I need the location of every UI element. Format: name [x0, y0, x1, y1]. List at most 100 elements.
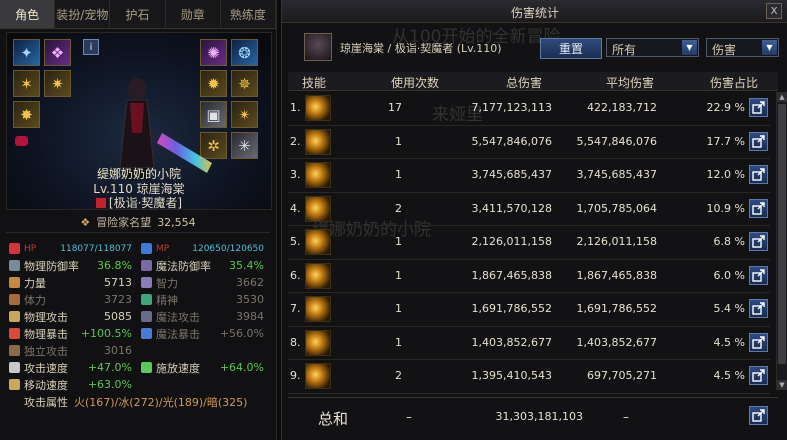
skill-icon[interactable]: [305, 162, 331, 188]
tab-proficiency[interactable]: 熟练度: [221, 0, 277, 28]
stat-cell: 体力 3723: [6, 291, 138, 308]
equipment-area: ✦ ❖ i ✶ ✷ ✸ ✺ ❂ ✹ ✵ ▣ ✴ ✲ ✳ 缇娜奶奶的小院 Lv.1…: [6, 32, 272, 210]
share-button[interactable]: [749, 198, 768, 218]
row-percent: 10.9 %: [706, 201, 745, 215]
sword-icon: [9, 311, 20, 322]
share-button[interactable]: [749, 165, 768, 184]
stat-row: 物理攻击 5085 魔法攻击 3984: [6, 308, 270, 325]
row-total-damage: 1,403,852,677: [471, 335, 552, 349]
equip-slot-earring[interactable]: ✴: [231, 101, 258, 128]
filter-select-value: 所有: [612, 43, 637, 57]
equip-slot-head[interactable]: ✷: [44, 70, 71, 97]
equip-slot-support[interactable]: ✵: [231, 70, 258, 97]
share-button[interactable]: [749, 332, 768, 352]
row-count: 1: [395, 268, 402, 282]
stat-cell: 物理暴击 +100.5%: [6, 325, 138, 342]
stat-label: 物理攻击: [24, 310, 68, 324]
crit-icon: [141, 328, 152, 339]
share-button[interactable]: [749, 131, 768, 151]
stat-cell: [138, 376, 270, 393]
tab-talisman[interactable]: 护石: [110, 0, 166, 28]
equip-slot-pants[interactable]: ✸: [13, 101, 40, 128]
attack-attribute-label: 攻击属性: [24, 395, 68, 409]
stat-cell: 物理攻击 5085: [6, 308, 138, 325]
info-icon[interactable]: i: [83, 39, 99, 55]
tab-medal[interactable]: 勋章: [166, 0, 221, 28]
equip-slot-bracelet[interactable]: ✺: [200, 39, 227, 66]
row-percent: 6.0 %: [713, 268, 745, 282]
row-total-damage: 5,547,846,076: [471, 134, 552, 148]
skill-icon[interactable]: [305, 363, 331, 389]
skill-icon[interactable]: [305, 262, 331, 289]
reputation-value: 32,554: [157, 215, 196, 229]
share-icon: [752, 409, 765, 422]
skill-icon[interactable]: [305, 128, 331, 155]
share-button[interactable]: [749, 232, 768, 251]
stat-value: 35.4%: [229, 259, 264, 272]
row-rank: 6.: [290, 268, 301, 282]
damage-stats-window: 从100开始的全新冒险 来娅里 缇娜奶奶的小院 伤害统计 X 琼崖海棠 / 极诣…: [281, 0, 787, 440]
scroll-down-icon[interactable]: ▼: [777, 380, 787, 390]
share-button[interactable]: [749, 406, 768, 425]
filter-select[interactable]: 所有 ▼: [606, 38, 699, 57]
share-icon: [752, 235, 765, 248]
table-row: 8. 1 1,403,852,677 1,403,852,677 4.5 %: [288, 327, 770, 360]
scroll-up-icon[interactable]: ▲: [777, 92, 787, 102]
stat-cell: 攻击速度 +47.0%: [6, 359, 138, 376]
equip-slot-weapon[interactable]: ✦: [13, 39, 40, 66]
reset-button[interactable]: 重置: [540, 38, 602, 59]
table-row: 6. 1 1,867,465,838 1,867,465,838 6.0 %: [288, 260, 770, 293]
stat-value: 3662: [236, 276, 264, 289]
crit-icon: [9, 328, 20, 339]
stat-row: 体力 3723 精神 3530: [6, 291, 270, 308]
scrollbar[interactable]: ▲ ▼: [776, 92, 787, 390]
stat-cell: 移动速度 +63.0%: [6, 376, 138, 393]
skill-icon[interactable]: [305, 195, 331, 222]
skill-icon[interactable]: [305, 329, 331, 356]
equip-slot-title[interactable]: ❖: [44, 39, 71, 66]
share-button[interactable]: [749, 366, 768, 385]
row-total-damage: 2,126,011,158: [471, 235, 552, 248]
stat-row: 力量 5713 智力 3662: [6, 274, 270, 291]
table-row: 4. 2 3,411,570,128 1,705,785,064 10.9 %: [288, 193, 770, 226]
equip-slot-shoes[interactable]: ✳: [231, 132, 258, 159]
character-job-line: [极诣·契魔者]: [7, 194, 271, 211]
equip-slot-ring[interactable]: ✹: [200, 70, 227, 97]
tab-avatar-pet[interactable]: 装扮/宠物: [55, 0, 111, 28]
scroll-thumb[interactable]: [778, 104, 786, 364]
stat-cell: 智力 3662: [138, 274, 270, 291]
row-average-damage: 1,403,852,677: [576, 335, 657, 349]
heart-icon: [9, 243, 20, 254]
share-button[interactable]: [749, 98, 768, 117]
stat-row: 独立攻击 3016: [6, 342, 270, 359]
sort-select-value: 伤害: [712, 43, 737, 57]
stat-cell: 独立攻击 3016: [6, 342, 138, 359]
table-row: 5. 1 2,126,011,158 2,126,011,158 6.8 %: [288, 226, 770, 260]
equip-slot-magic-stone[interactable]: ▣: [200, 101, 227, 128]
share-icon: [752, 335, 765, 349]
skill-icon[interactable]: [305, 95, 331, 121]
skill-icon[interactable]: [305, 229, 331, 255]
tab-character[interactable]: 角色: [0, 0, 56, 28]
skill-icon[interactable]: [305, 296, 331, 322]
character-info: 琼崖海棠 / 极诣·契魔者 (Lv.110): [340, 42, 502, 55]
equip-slot-top[interactable]: ✶: [13, 70, 40, 97]
shield-icon: [9, 260, 20, 271]
row-rank: 5.: [290, 235, 301, 248]
stat-cell: [138, 342, 270, 359]
row-average-damage: 422,183,712: [587, 101, 657, 114]
share-button[interactable]: [749, 265, 768, 285]
close-button[interactable]: X: [766, 3, 782, 19]
sort-select[interactable]: 伤害 ▼: [706, 38, 779, 57]
character-panel: 角色 装扮/宠物 护石 勋章 熟练度 ✦ ❖ i ✶ ✷ ✸ ✺ ❂ ✹ ✵ ▣…: [0, 0, 277, 440]
row-average-damage: 1,867,465,838: [576, 268, 657, 282]
equip-slot-necklace[interactable]: ❂: [231, 39, 258, 66]
stat-value: 120650/120650: [192, 243, 264, 254]
row-average-damage: 2,126,011,158: [576, 235, 657, 248]
row-count: 1: [395, 134, 402, 148]
row-rank: 8.: [290, 335, 301, 349]
share-button[interactable]: [749, 299, 768, 318]
row-average-damage: 1,691,786,552: [576, 302, 657, 315]
row-percent: 22.9 %: [706, 101, 745, 114]
damage-rows: 1. 17 7,177,123,113 422,183,712 22.9 % 2. 1 5,5…: [288, 92, 770, 394]
